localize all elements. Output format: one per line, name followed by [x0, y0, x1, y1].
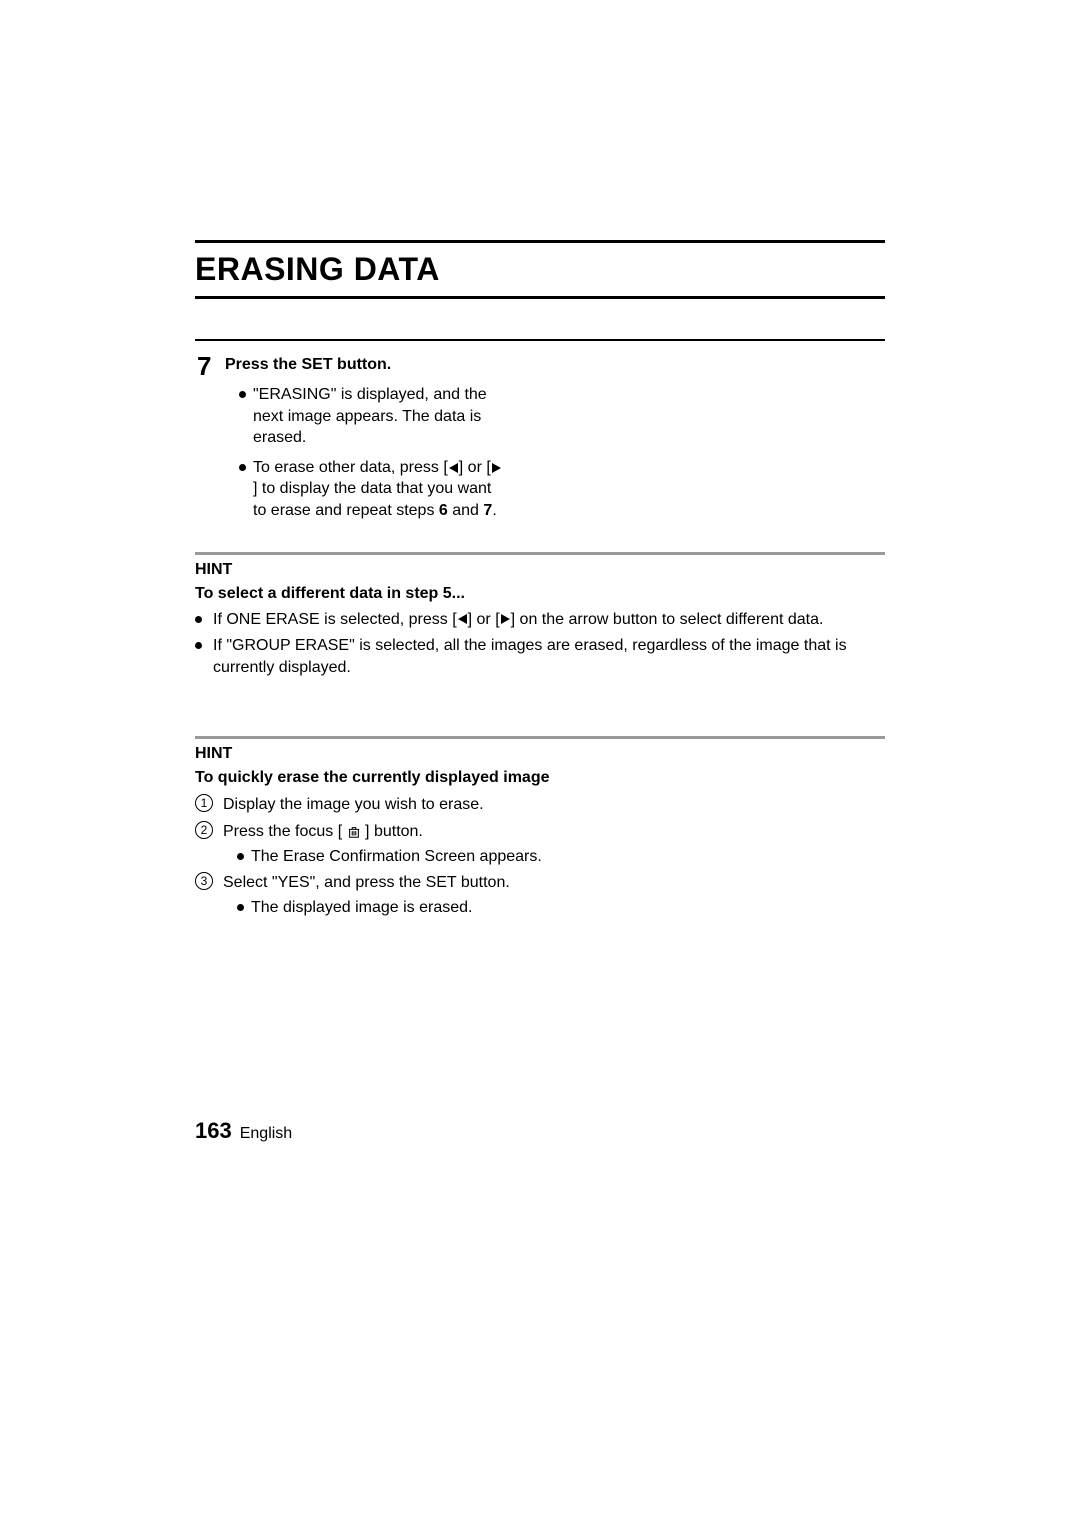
- circled-number-1-icon: 1: [195, 794, 213, 812]
- language-label: English: [240, 1125, 292, 1143]
- text-part: .: [492, 502, 496, 519]
- text-part: ] on the arrow button to select differen…: [511, 611, 824, 628]
- step-ref-7: 7: [483, 502, 492, 519]
- page-number: 163: [195, 1118, 232, 1144]
- step-ref-6: 6: [439, 502, 448, 519]
- title-section: ERASING DATA: [195, 240, 885, 299]
- hint-subheading: To quickly erase the currently displayed…: [195, 769, 885, 787]
- step-number: 7: [195, 351, 225, 530]
- hint-bullet-2: If "GROUP ERASE" is selected, all the im…: [195, 635, 885, 680]
- step-content: Press the SET button. "ERASING" is displ…: [225, 351, 885, 530]
- step-bullets: "ERASING" is displayed, and the next ima…: [225, 384, 505, 522]
- circled-number-2-icon: 2: [195, 821, 213, 839]
- right-arrow-icon: [501, 614, 510, 624]
- left-arrow-icon: [449, 463, 458, 473]
- page-title: ERASING DATA: [195, 251, 885, 288]
- sub-bullet: The displayed image is erased.: [223, 897, 885, 919]
- sub-bullet-item: The displayed image is erased.: [237, 897, 885, 919]
- text-part: ] or [: [459, 459, 491, 476]
- sub-bullet: The Erase Confirmation Screen appears.: [223, 846, 885, 868]
- text-part: ] button.: [361, 823, 423, 840]
- hint-section-1: HINT To select a different data in step …: [195, 552, 885, 680]
- numbered-item-3: 3 Select "YES", and press the SET button…: [195, 871, 885, 919]
- hint-bullets: If ONE ERASE is selected, press [ ] or []…: [195, 609, 885, 680]
- hint-subheading: To select a different data in step 5...: [195, 585, 885, 603]
- numbered-item-1: 1 Display the image you wish to erase.: [195, 793, 885, 817]
- circled-number-3-icon: 3: [195, 872, 213, 890]
- step-bullet-1-text: "ERASING" is displayed, and the next ima…: [253, 386, 487, 446]
- hint-bullet-2-text: If "GROUP ERASE" is selected, all the im…: [213, 637, 847, 676]
- right-arrow-icon: [492, 463, 501, 473]
- step-7: 7 Press the SET button. "ERASING" is dis…: [195, 339, 885, 530]
- item-text: Display the image you wish to erase.: [223, 796, 484, 813]
- item-text: Select "YES", and press the SET button.: [223, 874, 510, 891]
- left-arrow-icon: [458, 614, 467, 624]
- text-part: ] or [: [468, 611, 500, 628]
- manual-page: ERASING DATA 7 Press the SET button. "ER…: [0, 0, 1080, 1076]
- sub-bullet-item: The Erase Confirmation Screen appears.: [237, 846, 885, 868]
- text-part: Press the focus [: [223, 823, 347, 840]
- hint-bullet-1: If ONE ERASE is selected, press [ ] or []…: [195, 609, 885, 631]
- sub-bullet-text: The displayed image is erased.: [251, 899, 472, 916]
- trash-icon: [347, 825, 361, 839]
- page-footer: 163 English: [195, 1118, 292, 1144]
- text-part: To erase other data, press [: [253, 459, 448, 476]
- text-part: If ONE ERASE is selected, press [: [213, 611, 457, 628]
- text-part: and: [448, 502, 484, 519]
- step-heading: Press the SET button.: [225, 356, 885, 374]
- numbered-item-2: 2 Press the focus [ ] button. The Erase …: [195, 820, 885, 868]
- hint-section-2: HINT To quickly erase the currently disp…: [195, 736, 885, 920]
- sub-bullet-text: The Erase Confirmation Screen appears.: [251, 848, 542, 865]
- step-bullet-1: "ERASING" is displayed, and the next ima…: [239, 384, 505, 449]
- hint-label: HINT: [195, 745, 885, 763]
- hint-label: HINT: [195, 561, 885, 579]
- step-bullet-2: To erase other data, press [] or [] to d…: [239, 457, 505, 522]
- numbered-list: 1 Display the image you wish to erase. 2…: [195, 793, 885, 920]
